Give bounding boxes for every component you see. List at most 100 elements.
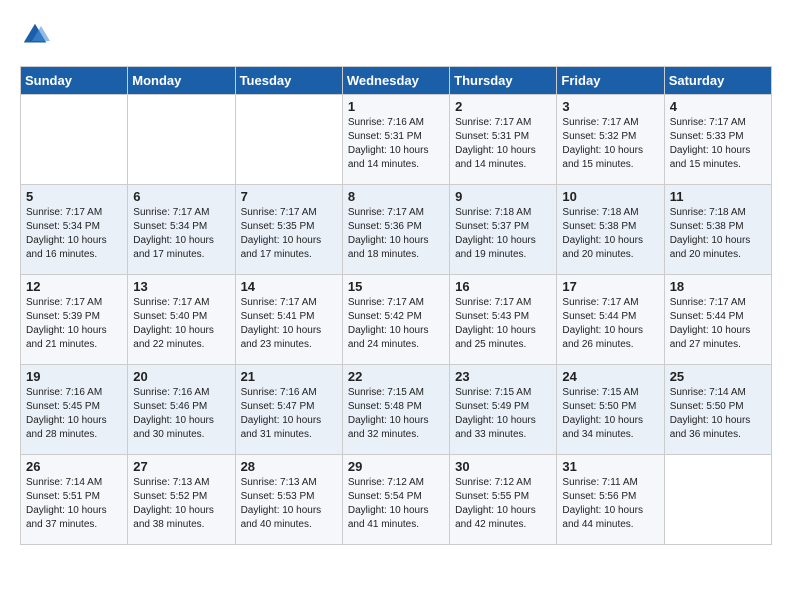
day-info: Sunrise: 7:11 AM Sunset: 5:56 PM Dayligh… — [562, 476, 658, 532]
calendar-cell: 14Sunrise: 7:17 AM Sunset: 5:41 PM Dayli… — [235, 275, 342, 365]
calendar-cell — [235, 95, 342, 185]
day-number: 4 — [670, 99, 766, 114]
day-number: 7 — [241, 189, 337, 204]
day-number: 16 — [455, 279, 551, 294]
calendar-cell: 26 Sunrise: 7:14 AM Sunset: 5:51 PM Dayli… — [21, 455, 128, 545]
calendar-cell — [21, 95, 128, 185]
day-number: 17 — [562, 279, 658, 294]
calendar-cell: 17 Sunrise: 7:17 AM Sunset: 5:44 PM Dayli… — [557, 275, 664, 365]
calendar-cell: 13 Sunrise: 7:17 AM Sunset: 5:40 PM Dayli… — [128, 275, 235, 365]
day-number: 6 — [133, 189, 229, 204]
calendar-cell: 31 Sunrise: 7:11 AM Sunset: 5:56 PM Dayli… — [557, 455, 664, 545]
calendar-table: SundayMondayTuesdayWednesdayThursdayFrid… — [20, 66, 772, 545]
days-header-row: SundayMondayTuesdayWednesdayThursdayFrid… — [21, 67, 772, 95]
day-info: Sunrise: 7:17 AM Sunset: 5:34 PM Dayligh… — [26, 206, 122, 262]
day-number: 27 — [133, 459, 229, 474]
day-number: 12 — [26, 279, 122, 294]
day-number: 11 — [670, 189, 766, 204]
day-info: Sunrise: 7:17 AM Sunset: 5:34 PM Dayligh… — [133, 206, 229, 262]
day-header-monday: Monday — [128, 67, 235, 95]
calendar-cell — [128, 95, 235, 185]
day-info: Sunrise: 7:17 AM Sunset: 5:32 PM Dayligh… — [562, 116, 658, 172]
calendar-cell: 27 Sunrise: 7:13 AM Sunset: 5:52 PM Dayli… — [128, 455, 235, 545]
day-info: Sunrise: 7:14 AM Sunset: 5:50 PM Dayligh… — [670, 386, 766, 442]
calendar-cell: 10 Sunrise: 7:18 AM Sunset: 5:38 PM Dayli… — [557, 185, 664, 275]
day-number: 26 — [26, 459, 122, 474]
day-number: 13 — [133, 279, 229, 294]
day-info: Sunrise: 7:15 AM Sunset: 5:48 PM Dayligh… — [348, 386, 444, 442]
calendar-cell: 11 Sunrise: 7:18 AM Sunset: 5:38 PM Dayli… — [664, 185, 771, 275]
calendar-cell: 29Sunrise: 7:12 AM Sunset: 5:54 PM Dayli… — [342, 455, 449, 545]
day-info: Sunrise: 7:18 AM Sunset: 5:38 PM Dayligh… — [670, 206, 766, 262]
day-header-friday: Friday — [557, 67, 664, 95]
day-number: 22 — [348, 369, 444, 384]
day-number: 21 — [241, 369, 337, 384]
day-info: Sunrise: 7:17 AM Sunset: 5:44 PM Dayligh… — [670, 296, 766, 352]
calendar-cell: 3Sunrise: 7:17 AM Sunset: 5:32 PM Daylig… — [557, 95, 664, 185]
day-number: 23 — [455, 369, 551, 384]
day-number: 19 — [26, 369, 122, 384]
week-row-5: 26 Sunrise: 7:14 AM Sunset: 5:51 PM Dayli… — [21, 455, 772, 545]
day-info: Sunrise: 7:17 AM Sunset: 5:40 PM Dayligh… — [133, 296, 229, 352]
calendar-cell: 9 Sunrise: 7:18 AM Sunset: 5:37 PM Daylig… — [450, 185, 557, 275]
week-row-1: 1 Sunrise: 7:16 AM Sunset: 5:31 PM Daylig… — [21, 95, 772, 185]
day-number: 25 — [670, 369, 766, 384]
day-info: Sunrise: 7:12 AM Sunset: 5:55 PM Dayligh… — [455, 476, 551, 532]
day-info: Sunrise: 7:12 AM Sunset: 5:54 PM Dayligh… — [348, 476, 444, 532]
calendar-cell: 25 Sunrise: 7:14 AM Sunset: 5:50 PM Dayli… — [664, 365, 771, 455]
calendar-cell: 5 Sunrise: 7:17 AM Sunset: 5:34 PM Daylig… — [21, 185, 128, 275]
day-info: Sunrise: 7:18 AM Sunset: 5:37 PM Dayligh… — [455, 206, 551, 262]
calendar-cell: 2 Sunrise: 7:17 AM Sunset: 5:31 PM Daylig… — [450, 95, 557, 185]
day-info: Sunrise: 7:13 AM Sunset: 5:52 PM Dayligh… — [133, 476, 229, 532]
calendar-cell: 4 Sunrise: 7:17 AM Sunset: 5:33 PM Daylig… — [664, 95, 771, 185]
day-info: Sunrise: 7:18 AM Sunset: 5:38 PM Dayligh… — [562, 206, 658, 262]
day-number: 15 — [348, 279, 444, 294]
day-info: Sunrise: 7:17 AM Sunset: 5:33 PM Dayligh… — [670, 116, 766, 172]
day-number: 20 — [133, 369, 229, 384]
day-header-tuesday: Tuesday — [235, 67, 342, 95]
day-number: 1 — [348, 99, 444, 114]
day-number: 5 — [26, 189, 122, 204]
day-info: Sunrise: 7:17 AM Sunset: 5:35 PM Dayligh… — [241, 206, 337, 262]
calendar-cell: 21 Sunrise: 7:16 AM Sunset: 5:47 PM Dayli… — [235, 365, 342, 455]
day-info: Sunrise: 7:13 AM Sunset: 5:53 PM Dayligh… — [241, 476, 337, 532]
calendar-cell: 7 Sunrise: 7:17 AM Sunset: 5:35 PM Daylig… — [235, 185, 342, 275]
day-info: Sunrise: 7:17 AM Sunset: 5:31 PM Dayligh… — [455, 116, 551, 172]
calendar-cell: 28 Sunrise: 7:13 AM Sunset: 5:53 PM Dayli… — [235, 455, 342, 545]
day-number: 8 — [348, 189, 444, 204]
day-info: Sunrise: 7:14 AM Sunset: 5:51 PM Dayligh… — [26, 476, 122, 532]
calendar-cell: 22 Sunrise: 7:15 AM Sunset: 5:48 PM Dayli… — [342, 365, 449, 455]
calendar-cell: 30 Sunrise: 7:12 AM Sunset: 5:55 PM Dayli… — [450, 455, 557, 545]
day-number: 2 — [455, 99, 551, 114]
calendar-cell: 24 Sunrise: 7:15 AM Sunset: 5:50 PM Dayli… — [557, 365, 664, 455]
week-row-3: 12 Sunrise: 7:17 AM Sunset: 5:39 PM Dayli… — [21, 275, 772, 365]
day-info: Sunrise: 7:16 AM Sunset: 5:47 PM Dayligh… — [241, 386, 337, 442]
day-info: Sunrise: 7:17 AM Sunset: 5:44 PM Dayligh… — [562, 296, 658, 352]
logo — [20, 20, 54, 50]
calendar-cell: 16 Sunrise: 7:17 AM Sunset: 5:43 PM Dayli… — [450, 275, 557, 365]
day-number: 30 — [455, 459, 551, 474]
day-number: 14 — [241, 279, 337, 294]
day-number: 24 — [562, 369, 658, 384]
calendar-cell: 6 Sunrise: 7:17 AM Sunset: 5:34 PM Daylig… — [128, 185, 235, 275]
day-info: Sunrise: 7:16 AM Sunset: 5:31 PM Dayligh… — [348, 116, 444, 172]
day-number: 18 — [670, 279, 766, 294]
day-header-saturday: Saturday — [664, 67, 771, 95]
calendar-cell: 23Sunrise: 7:15 AM Sunset: 5:49 PM Dayli… — [450, 365, 557, 455]
day-number: 31 — [562, 459, 658, 474]
day-number: 28 — [241, 459, 337, 474]
day-info: Sunrise: 7:17 AM Sunset: 5:39 PM Dayligh… — [26, 296, 122, 352]
day-info: Sunrise: 7:17 AM Sunset: 5:36 PM Dayligh… — [348, 206, 444, 262]
day-info: Sunrise: 7:17 AM Sunset: 5:43 PM Dayligh… — [455, 296, 551, 352]
week-row-2: 5 Sunrise: 7:17 AM Sunset: 5:34 PM Daylig… — [21, 185, 772, 275]
day-info: Sunrise: 7:15 AM Sunset: 5:50 PM Dayligh… — [562, 386, 658, 442]
calendar-cell: 18 Sunrise: 7:17 AM Sunset: 5:44 PM Dayli… — [664, 275, 771, 365]
logo-icon — [20, 20, 50, 50]
calendar-cell: 12 Sunrise: 7:17 AM Sunset: 5:39 PM Dayli… — [21, 275, 128, 365]
page-header — [20, 20, 772, 50]
day-header-wednesday: Wednesday — [342, 67, 449, 95]
day-info: Sunrise: 7:16 AM Sunset: 5:45 PM Dayligh… — [26, 386, 122, 442]
day-number: 9 — [455, 189, 551, 204]
week-row-4: 19 Sunrise: 7:16 AM Sunset: 5:45 PM Dayli… — [21, 365, 772, 455]
day-number: 10 — [562, 189, 658, 204]
